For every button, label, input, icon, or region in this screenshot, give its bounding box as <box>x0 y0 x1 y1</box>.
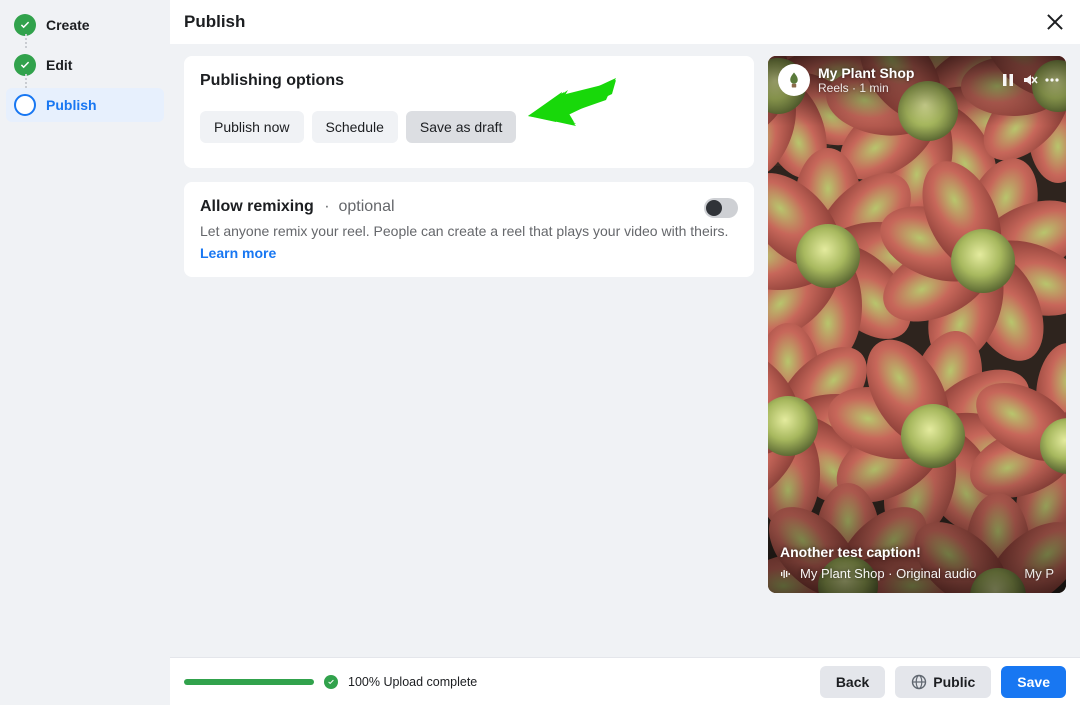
audio-text-end: My P <box>1024 566 1054 581</box>
circle-outline-icon <box>14 94 36 116</box>
preview-footer: Another test caption! My Plant Shop · Or… <box>780 544 1054 581</box>
save-button[interactable]: Save <box>1001 666 1066 698</box>
footer-bar: 100% Upload complete Back Public Save <box>170 657 1080 705</box>
save-as-draft-button[interactable]: Save as draft <box>406 111 517 143</box>
upload-status-text: 100% Upload complete <box>348 675 477 689</box>
audience-label: Public <box>933 674 975 690</box>
schedule-button[interactable]: Schedule <box>312 111 398 143</box>
profile-info: My Plant Shop Reels · 1 min <box>818 65 914 95</box>
left-column: Publishing options Publish now Schedule … <box>184 56 754 645</box>
allow-remixing-card: Allow remixing · optional Let anyone rem… <box>184 182 754 277</box>
connector-line <box>25 34 27 48</box>
remix-title: Allow remixing <box>200 198 314 216</box>
step-edit[interactable]: Edit <box>6 48 164 82</box>
audio-row: My Plant Shop · Original audio My P <box>780 566 1054 581</box>
annotation-arrow-icon <box>528 102 618 152</box>
step-label: Publish <box>46 97 97 113</box>
wizard-sidebar: Create Edit Publish <box>0 0 170 705</box>
preview-controls <box>1000 72 1060 88</box>
preview-overlay: My Plant Shop Reels · 1 min Another <box>768 56 1066 593</box>
preview-caption: Another test caption! <box>780 544 1054 560</box>
page-title: Publish <box>184 12 245 32</box>
publish-option-group: Publish now Schedule Save as draft <box>200 102 738 152</box>
check-icon <box>14 54 36 76</box>
more-icon[interactable] <box>1044 72 1060 88</box>
check-icon <box>324 675 338 689</box>
audience-button[interactable]: Public <box>895 666 991 698</box>
remix-title-row: Allow remixing · optional <box>200 198 738 216</box>
publish-now-button[interactable]: Publish now <box>200 111 304 143</box>
reel-preview: My Plant Shop Reels · 1 min Another <box>768 56 1066 593</box>
header: Publish <box>170 0 1080 44</box>
remix-toggle[interactable] <box>704 198 738 218</box>
optional-label: · optional <box>320 198 395 216</box>
profile-name: My Plant Shop <box>818 65 914 81</box>
connector-line <box>25 74 27 88</box>
step-label: Edit <box>46 57 72 73</box>
globe-icon <box>911 674 927 690</box>
close-icon[interactable] <box>1044 11 1066 33</box>
check-icon <box>14 14 36 36</box>
upload-progress-bar <box>184 679 314 685</box>
learn-more-link[interactable]: Learn more <box>200 245 276 261</box>
pause-icon[interactable] <box>1000 72 1016 88</box>
step-create[interactable]: Create <box>6 8 164 42</box>
step-label: Create <box>46 17 90 33</box>
main-content: Publishing options Publish now Schedule … <box>170 44 1080 657</box>
audio-icon <box>780 568 792 580</box>
profile-subtitle: Reels · 1 min <box>818 81 914 95</box>
preview-header: My Plant Shop Reels · 1 min <box>778 64 1060 96</box>
avatar <box>778 64 810 96</box>
back-button[interactable]: Back <box>820 666 885 698</box>
audio-text: My Plant Shop · Original audio <box>800 566 976 581</box>
card-title: Publishing options <box>200 72 738 90</box>
publishing-options-card: Publishing options Publish now Schedule … <box>184 56 754 168</box>
step-publish[interactable]: Publish <box>6 88 164 122</box>
mute-icon[interactable] <box>1022 72 1038 88</box>
remix-description: Let anyone remix your reel. People can c… <box>200 222 738 241</box>
